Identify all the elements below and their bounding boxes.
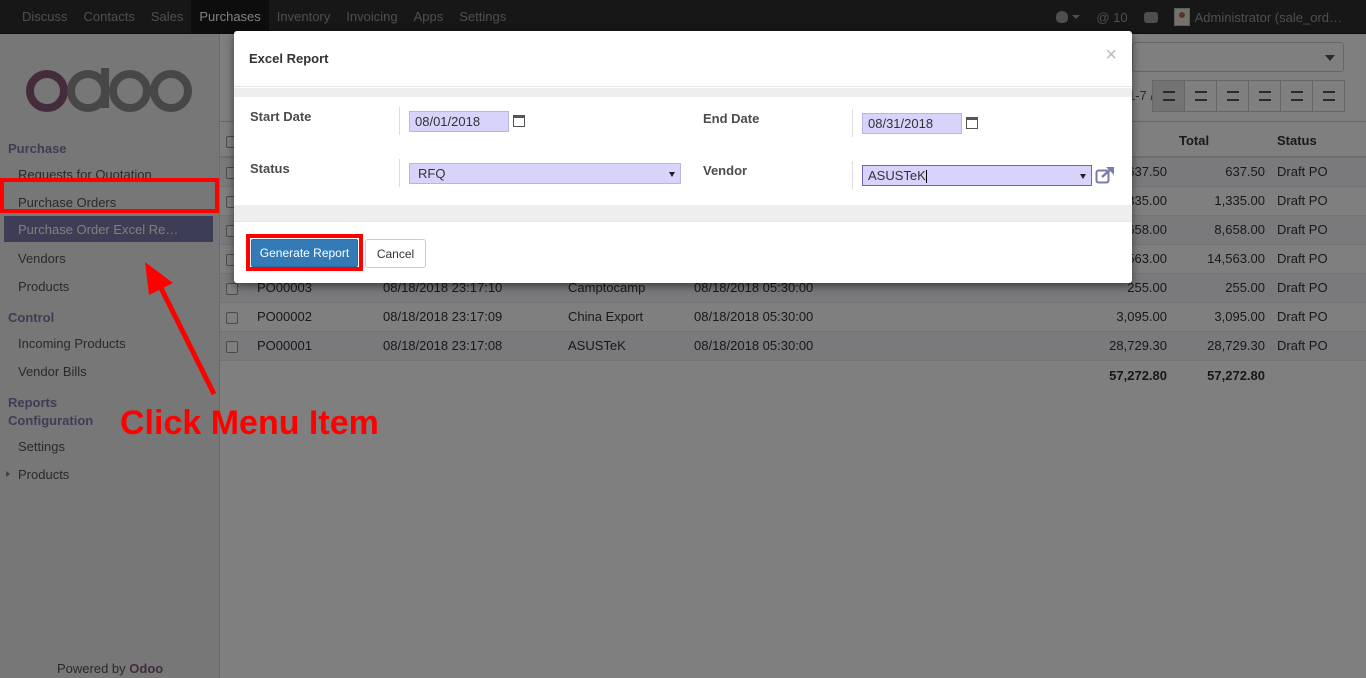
start-date-field[interactable]: 08/01/2018 [409,111,509,132]
modal-footer: Generate Report Cancel [234,221,1132,283]
generate-report-button[interactable]: Generate Report [251,239,358,267]
end-date-label: End Date [703,111,760,126]
external-link-icon[interactable] [1095,166,1115,184]
vendor-select-value: ASUSTeK [868,168,926,183]
text-cursor [925,170,927,184]
calendar-icon[interactable] [513,115,525,127]
status-select[interactable]: RFQ [409,163,681,184]
close-icon[interactable]: × [1105,45,1117,65]
vendor-label: Vendor [703,163,748,178]
annotation-callout: Click Menu Item [120,404,379,442]
status-label: Status [250,161,290,176]
chevron-down-icon [669,172,675,177]
modal-header: Excel Report × [234,31,1132,87]
cancel-button[interactable]: Cancel [365,239,426,268]
calendar-icon[interactable] [966,117,978,129]
modal-title: Excel Report [249,51,329,66]
excel-report-dialog: Excel Report × Start Date 08/01/2018 End… [234,31,1132,283]
status-select-value: RFQ [418,166,446,181]
chevron-down-icon [1080,174,1086,179]
end-date-field[interactable]: 08/31/2018 [862,113,962,134]
start-date-label: Start Date [250,109,312,124]
modal-body: Start Date 08/01/2018 End Date 08/31/201… [234,88,1132,221]
vendor-select[interactable]: ASUSTeK [862,165,1092,186]
